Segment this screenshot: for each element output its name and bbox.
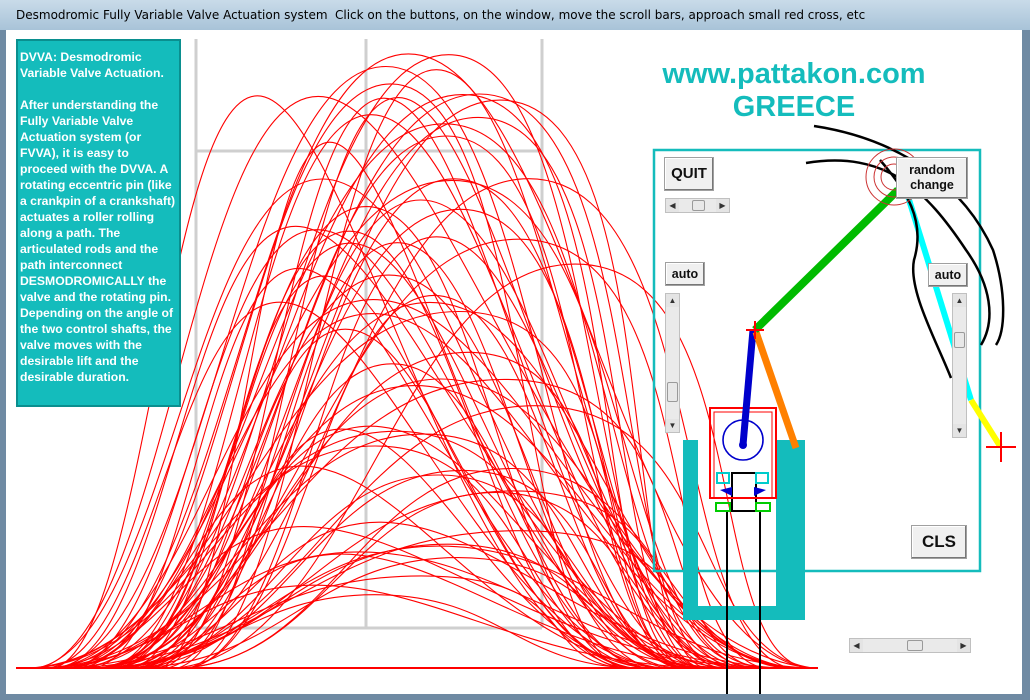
lift-curve [30,445,647,669]
left-control-vscrollbar[interactable]: ▲ ▼ [665,293,680,433]
scroll-thumb[interactable] [692,200,705,211]
window-hint: Click on the buttons, on the window, mov… [335,8,866,22]
arrow-left-icon[interactable]: ◀ [666,199,679,212]
info-heading: DVVA: Desmodromic Variable Valve Actuati… [20,50,164,80]
arrow-left-icon[interactable]: ◀ [850,639,863,652]
lift-curve [125,99,705,669]
arrow-down-icon[interactable]: ▼ [953,424,966,437]
arrow-up-icon[interactable]: ▲ [666,294,679,307]
lift-curve [115,116,701,669]
random-change-button[interactable]: random change [896,157,968,199]
auto-right-button[interactable]: auto [928,263,968,287]
quit-button[interactable]: QUIT [664,157,714,191]
blue-rod [739,329,757,446]
arrow-right-icon[interactable]: ▶ [957,639,970,652]
window-title: Desmodromic Fully Variable Valve Actuati… [16,8,328,22]
right-control-vscrollbar[interactable]: ▲ ▼ [952,293,967,438]
site-country: GREECE [732,91,856,123]
simulation-canvas[interactable]: DVVA: Desmodromic Variable Valve Actuati… [6,30,1022,694]
info-panel: DVVA: Desmodromic Variable Valve Actuati… [16,39,181,407]
brand: www.pattakon.com GREECE [634,58,954,124]
arrow-right-icon[interactable]: ▶ [716,199,729,212]
valve-top [731,472,757,512]
lift-hscrollbar[interactable]: ◀ ▶ [665,198,730,213]
arrow-down-icon[interactable]: ▼ [666,419,679,432]
yellow-rod [968,398,1003,448]
green-rod [752,187,901,333]
speed-hscrollbar[interactable]: ◀ ▶ [849,638,971,653]
cls-button[interactable]: CLS [911,525,967,559]
arrow-up-icon[interactable]: ▲ [953,294,966,307]
valve-housing [683,440,805,620]
scroll-thumb[interactable] [954,332,965,348]
auto-left-button[interactable]: auto [665,262,705,286]
lift-curve [177,97,730,669]
site-url: www.pattakon.com [662,58,926,90]
lift-curve [101,93,718,669]
lift-curve [150,178,715,669]
info-body: After understanding the Fully Variable V… [20,98,176,384]
lift-curve [182,491,740,669]
title-bar: Desmodromic Fully Variable Valve Actuati… [0,0,1030,30]
lift-curve [108,274,667,669]
scroll-thumb[interactable] [907,640,923,651]
scroll-thumb[interactable] [667,382,678,402]
